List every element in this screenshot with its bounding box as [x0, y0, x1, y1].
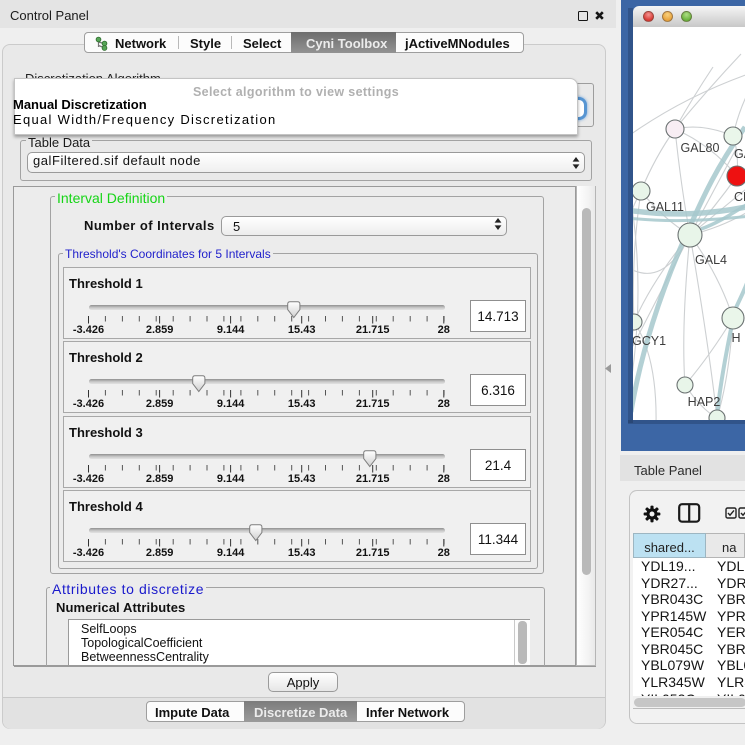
svg-text:H: H: [731, 331, 740, 345]
svg-text:GCY1: GCY1: [633, 334, 666, 348]
svg-text:GAL80: GAL80: [681, 141, 720, 155]
svg-text:HAP2: HAP2: [688, 395, 721, 409]
svg-text:CD: CD: [734, 190, 745, 204]
svg-text:GAL11: GAL11: [646, 200, 684, 214]
svg-text:GA: GA: [734, 147, 745, 161]
svg-text:GAL4: GAL4: [695, 253, 727, 267]
